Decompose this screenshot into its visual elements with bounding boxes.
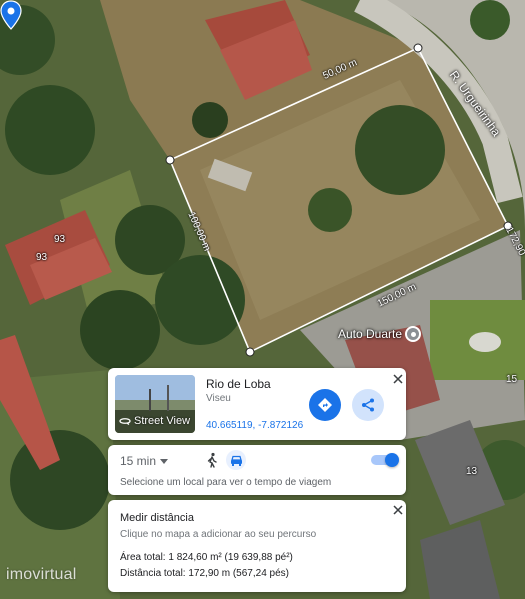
street-view-icon [119,418,131,426]
place-region: Viseu [206,393,231,404]
street-view-label: Street View [119,415,190,427]
location-pin-icon[interactable] [0,0,22,30]
watermark: imovirtual [6,566,77,583]
travel-time-value: 15 min [120,454,157,468]
street-view-thumbnail[interactable]: Street View [115,375,195,433]
close-icon[interactable] [392,373,404,385]
directions-button[interactable] [309,389,341,421]
measure-title: Medir distância [120,512,194,524]
share-button[interactable] [352,389,384,421]
house-number: 93 [54,234,66,245]
place-name: Rio de Loba [206,377,271,391]
chevron-down-icon [160,458,169,464]
street-view-text: Street View [134,415,191,427]
travel-time-select[interactable]: 15 min [120,454,169,468]
total-distance: Distância total: 172,90 m (567,24 pés) [120,568,289,579]
travel-hint: Selecione um local para ver o tempo de v… [120,477,332,488]
poi-auto-duarte[interactable]: Auto Duarte [338,326,422,342]
measure-hint: Clique no mapa a adicionar ao seu percur… [120,529,317,540]
directions-icon [318,398,332,412]
toggle-thumb [385,453,399,467]
poi-marker-icon [405,326,422,342]
poi-label: Auto Duarte [338,327,403,341]
close-icon[interactable] [392,504,404,516]
house-number: 93 [36,252,48,263]
car-mode-button[interactable] [226,450,246,470]
car-icon [230,455,242,466]
measure-distance-card: Medir distância Clique no mapa a adicion… [108,500,406,592]
place-info-card: Street View Rio de Loba Viseu 40.665119,… [108,368,406,440]
walk-icon[interactable] [204,452,220,468]
share-icon [362,398,374,412]
travel-time-toggle[interactable] [371,453,399,467]
house-number: 15 [506,374,518,385]
place-coordinates[interactable]: 40.665119, -7.872126 [206,420,303,431]
house-number: 13 [466,466,478,477]
travel-time-card: 15 min Selecione um local para ver o tem… [108,445,406,495]
total-area: Área total: 1 824,60 m² (19 639,88 pé²) [120,552,293,563]
